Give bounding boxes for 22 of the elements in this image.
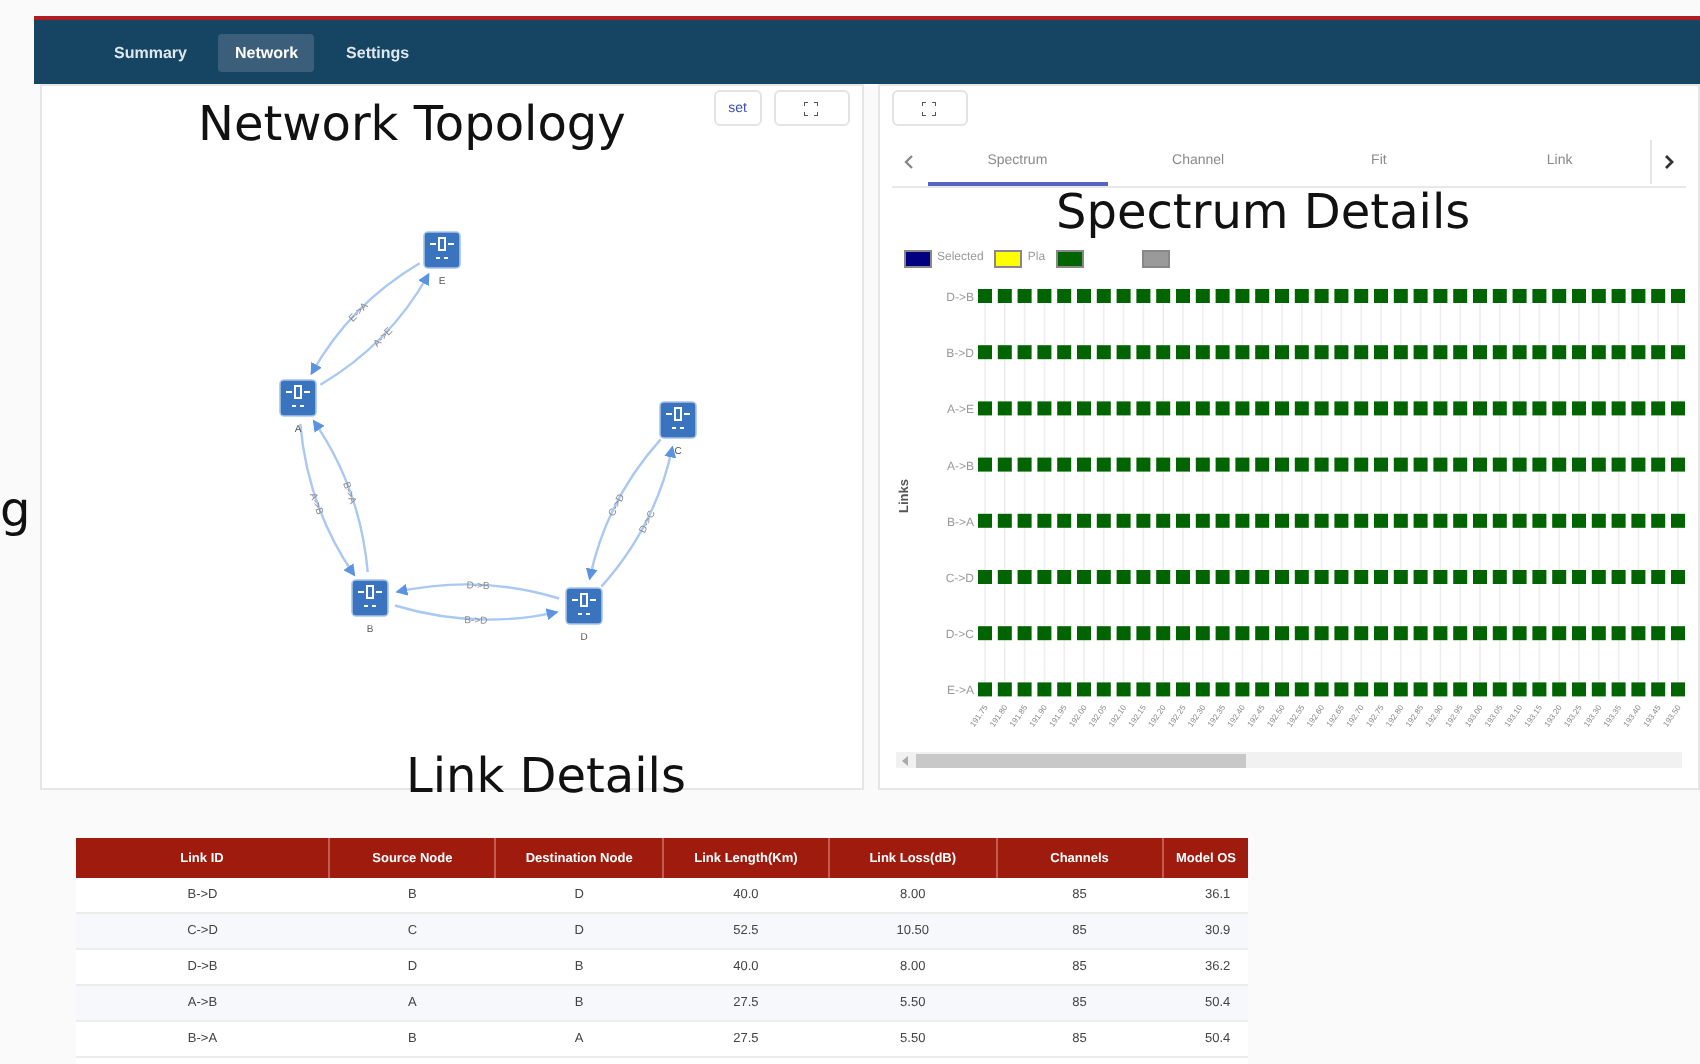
scroll-left-arrow-icon[interactable]: [901, 755, 909, 765]
fullscreen-icon: [922, 101, 936, 115]
link-arrow: [586, 438, 662, 581]
fullscreen-icon: [804, 101, 818, 115]
network-node-icon: [565, 587, 603, 625]
link-arrow: [600, 445, 676, 588]
overlay-caption: Link Details: [406, 752, 686, 800]
chevron-right-icon: [1664, 154, 1674, 170]
nav-tab[interactable]: Summary: [98, 33, 203, 71]
nav-tab[interactable]: Network: [218, 33, 315, 71]
network-node-icon: [423, 231, 461, 269]
overlay-caption: g: [0, 486, 31, 534]
network-node-icon: [351, 579, 389, 617]
nav-tab[interactable]: Settings: [330, 33, 426, 71]
overlay-caption: Network Topology: [198, 100, 626, 148]
chevron-left-icon: [904, 154, 914, 170]
overlay-caption: Spectrum Details: [1056, 188, 1471, 236]
network-node-icon: [279, 379, 317, 417]
horizontal-scrollbar[interactable]: [895, 752, 1682, 768]
network-node-icon: [659, 401, 697, 439]
fullscreen-button[interactable]: [891, 90, 967, 126]
fullscreen-button[interactable]: [773, 90, 849, 126]
